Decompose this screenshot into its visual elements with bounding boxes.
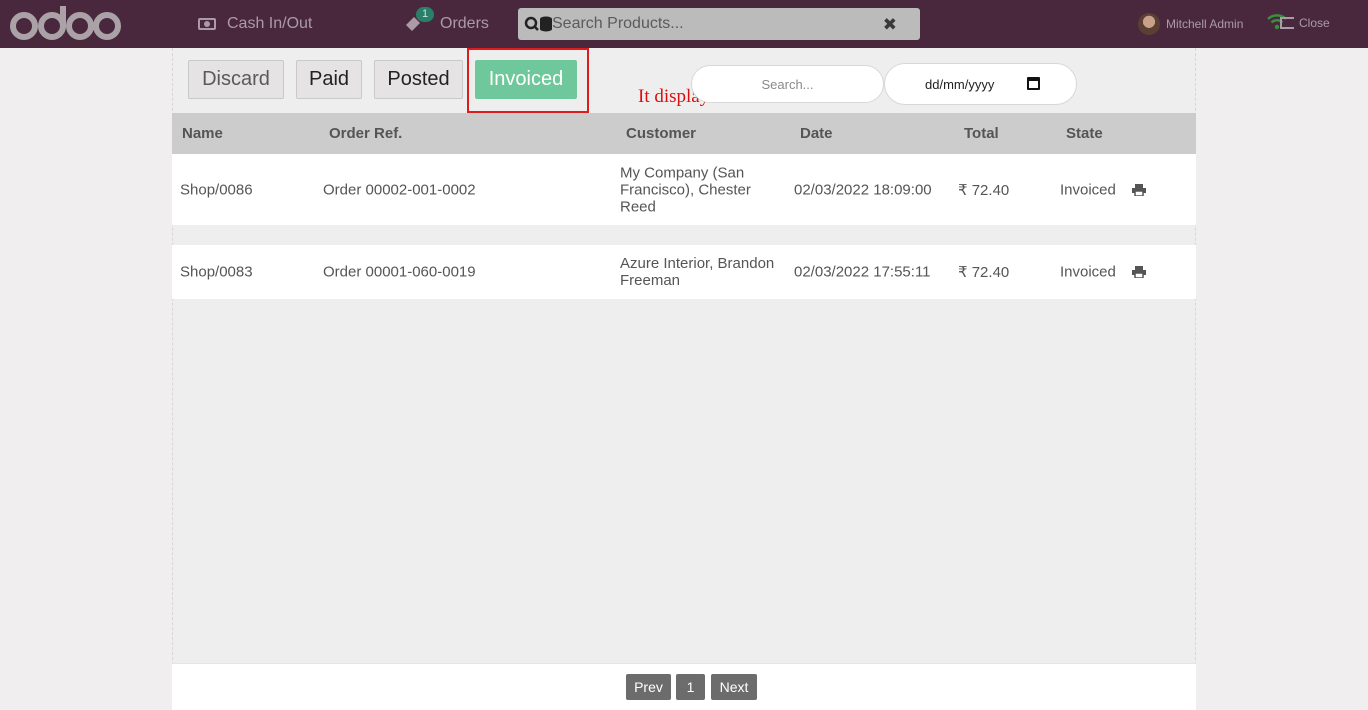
- avatar: [1138, 13, 1160, 35]
- page-number-button[interactable]: 1: [676, 674, 705, 700]
- highlight-box: [467, 48, 589, 113]
- next-page-button[interactable]: Next: [711, 674, 757, 700]
- col-date: Date: [800, 125, 833, 142]
- close-label: Close: [1299, 16, 1330, 30]
- col-state: State: [1066, 125, 1103, 142]
- product-search-box[interactable]: Search Products... ✖: [518, 8, 920, 40]
- table-row[interactable]: Shop/0083 Order 00001-060-0019 Azure Int…: [172, 245, 1196, 299]
- order-name: Shop/0083: [180, 263, 253, 281]
- order-name: Shop/0086: [180, 181, 253, 198]
- product-search-input[interactable]: Search Products...: [552, 15, 684, 33]
- order-customer: Azure Interior, Brandon Freeman: [620, 255, 775, 289]
- col-customer: Customer: [626, 125, 697, 142]
- odoo-logo: [10, 6, 121, 40]
- cash-in-out-label: Cash In/Out: [227, 15, 313, 32]
- ticket-icon: 1: [404, 7, 435, 33]
- clear-search-icon[interactable]: ✖: [883, 15, 897, 35]
- cash-in-out-button[interactable]: Cash In/Out: [198, 0, 312, 48]
- date-placeholder: dd/mm/yyyy: [925, 76, 995, 92]
- user-name: Mitchell Admin: [1166, 17, 1244, 31]
- order-state: Invoiced: [1060, 263, 1116, 281]
- order-search-input[interactable]: Search...: [691, 65, 884, 103]
- print-icon[interactable]: [1132, 266, 1146, 278]
- col-name: Name: [182, 125, 223, 142]
- user-menu[interactable]: Mitchell Admin: [1138, 0, 1243, 48]
- orders-label: Orders: [440, 15, 489, 32]
- col-total: Total: [964, 125, 999, 142]
- orders-table-header: Name Order Ref. Customer Date Total Stat…: [172, 113, 1196, 154]
- search-barcode-icon: [524, 15, 552, 33]
- top-navbar: Cash In/Out 1 Orders Search Products... …: [0, 0, 1368, 48]
- filter-posted-button[interactable]: Posted: [374, 60, 463, 99]
- order-total: ₹ 72.40: [958, 264, 1010, 281]
- filter-paid-button[interactable]: Paid: [296, 60, 362, 99]
- col-order-ref: Order Ref.: [329, 125, 403, 142]
- orders-count-badge: 1: [416, 7, 435, 22]
- table-row[interactable]: Shop/0086 Order 00002-001-0002 My Compan…: [172, 154, 1196, 225]
- order-date: 02/03/2022 18:09:00: [794, 181, 932, 198]
- date-filter-input[interactable]: dd/mm/yyyy: [884, 63, 1077, 105]
- orders-button[interactable]: 1 Orders: [404, 0, 489, 48]
- order-ref: Order 00001-060-0019: [323, 263, 476, 281]
- order-ref: Order 00002-001-0002: [323, 181, 476, 198]
- order-date: 02/03/2022 17:55:11: [794, 263, 931, 281]
- money-icon: [198, 18, 216, 30]
- sign-out-icon: [1280, 17, 1294, 29]
- order-customer: My Company (San Francisco), Chester Reed: [620, 164, 751, 215]
- close-button[interactable]: Close: [1280, 0, 1330, 46]
- print-icon[interactable]: [1132, 183, 1146, 196]
- calendar-icon[interactable]: [1027, 77, 1040, 90]
- order-total: ₹ 72.40: [958, 181, 1010, 199]
- discard-button[interactable]: Discard: [188, 60, 284, 99]
- order-state: Invoiced: [1060, 181, 1116, 198]
- prev-page-button[interactable]: Prev: [626, 674, 671, 700]
